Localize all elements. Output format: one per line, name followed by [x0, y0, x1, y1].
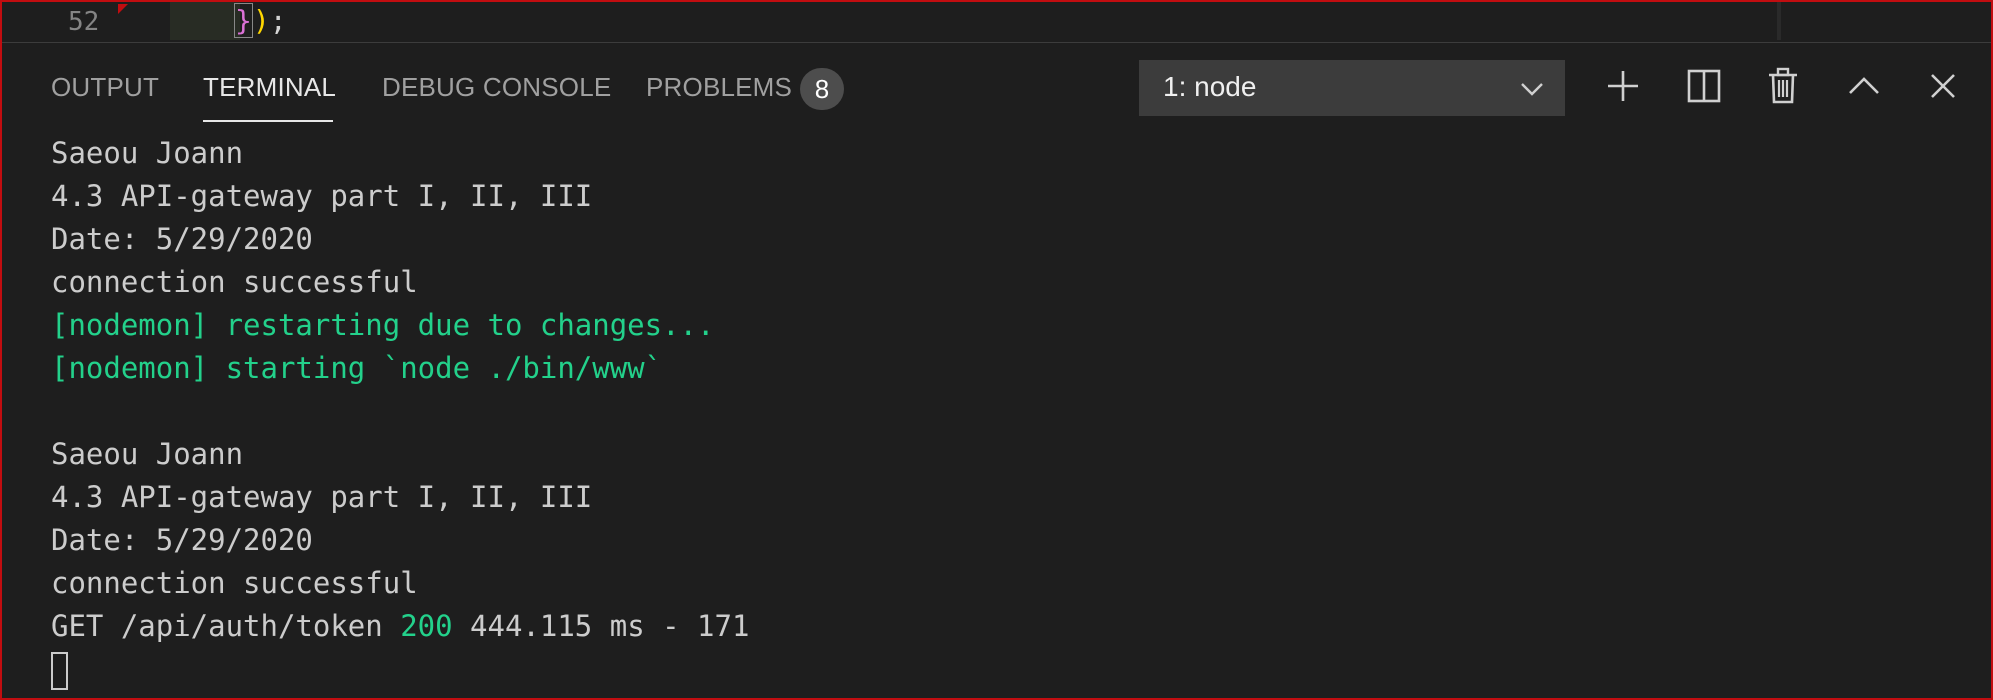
editor-scrollbar[interactable] — [1777, 2, 1781, 40]
code-paren: ) — [252, 4, 270, 37]
trash-icon[interactable] — [1763, 66, 1803, 106]
active-tab-indicator — [203, 120, 333, 122]
terminal-line: Date: 5/29/2020 — [51, 222, 313, 256]
terminal-line: Date: 5/29/2020 — [51, 523, 313, 557]
panel-tab-bar: OUTPUT TERMINAL DEBUG CONSOLE PROBLEMS 8… — [2, 42, 1991, 122]
chevron-up-icon[interactable] — [1844, 66, 1884, 106]
terminal-output[interactable]: Saeou Joann 4.3 API-gateway part I, II, … — [2, 124, 1991, 698]
vscode-window: 52 }); OUTPUT TERMINAL DEBUG CONSOLE PRO… — [0, 0, 1993, 700]
tab-debug-console[interactable]: DEBUG CONSOLE — [382, 72, 611, 103]
tab-terminal[interactable]: TERMINAL — [203, 72, 336, 103]
tab-output[interactable]: OUTPUT — [51, 72, 159, 103]
problems-count-badge: 8 — [800, 68, 844, 110]
terminal-line: connection successful — [51, 566, 418, 600]
request-path: GET /api/auth/token — [51, 609, 401, 643]
terminal-request-line: GET /api/auth/token 200 444.115 ms - 171 — [51, 605, 749, 648]
chevron-down-icon — [1521, 83, 1543, 96]
terminal-line: [nodemon] restarting due to changes... — [51, 308, 715, 342]
terminal-line: Saeou Joann — [51, 136, 244, 170]
terminal-line: 4.3 API-gateway part I, II, III — [51, 480, 593, 514]
editor-area[interactable]: 52 }); — [2, 2, 1991, 43]
code-semicolon: ; — [269, 4, 287, 37]
line-number: 52 — [68, 7, 100, 37]
split-icon[interactable] — [1684, 66, 1724, 106]
current-line-highlight — [170, 2, 240, 40]
close-icon[interactable] — [1923, 66, 1963, 106]
request-timing: 444.115 ms - 171 — [452, 609, 750, 643]
terminal-select-value: 1: node — [1163, 71, 1257, 102]
tab-problems[interactable]: PROBLEMS — [646, 72, 792, 103]
code-brace: } — [234, 3, 253, 38]
terminal-line: 4.3 API-gateway part I, II, III — [51, 179, 593, 213]
terminal-select-dropdown[interactable]: 1: node — [1139, 60, 1565, 116]
breakpoint-marker — [118, 4, 128, 14]
code-line[interactable]: }); — [234, 3, 287, 38]
terminal-line: connection successful — [51, 265, 418, 299]
status-code: 200 — [400, 609, 453, 643]
terminal-line: [nodemon] starting `node ./bin/www` — [51, 351, 663, 385]
plus-icon[interactable] — [1603, 66, 1643, 106]
terminal-cursor — [51, 652, 68, 690]
terminal-line: Saeou Joann — [51, 437, 244, 471]
